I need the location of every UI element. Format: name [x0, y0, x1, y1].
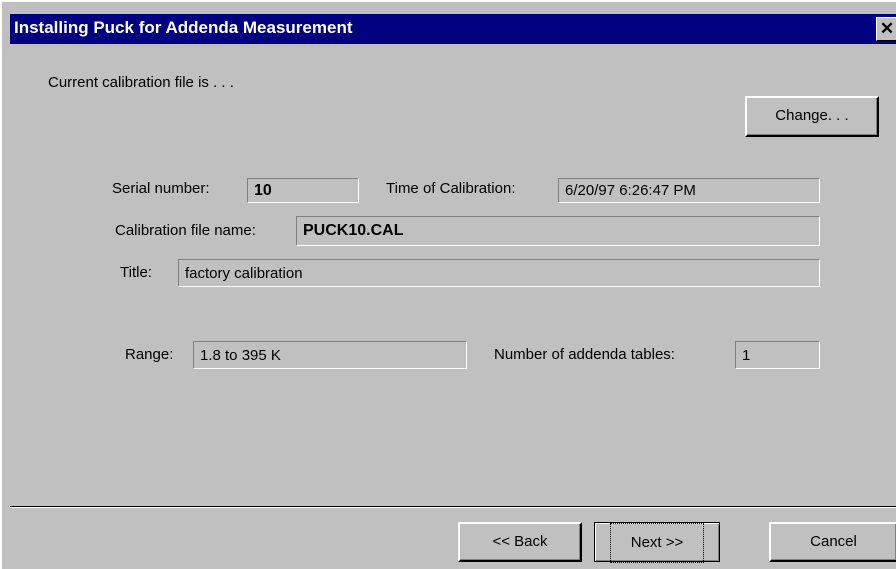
serial-number-label: Serial number: — [112, 180, 210, 197]
cancel-button[interactable]: Cancel — [769, 522, 896, 562]
range-label: Range: — [125, 346, 174, 363]
title-bar[interactable]: Installing Puck for Addenda Measurement … — [10, 14, 896, 44]
title-field: factory calibration — [178, 259, 820, 287]
next-button-label: Next >> — [609, 523, 705, 563]
dialog-window: Installing Puck for Addenda Measurement … — [0, 0, 896, 569]
change-button[interactable]: Change. . . — [745, 96, 879, 137]
time-of-calibration-label: Time of Calibration: — [386, 180, 516, 197]
close-icon[interactable]: ✕ — [876, 17, 896, 41]
next-button[interactable]: Next >> — [594, 522, 720, 563]
addenda-tables-field: 1 — [735, 341, 820, 369]
calibration-file-name-field: PUCK10.CAL — [296, 216, 820, 246]
back-button[interactable]: << Back — [458, 522, 582, 562]
calibration-file-name-label: Calibration file name: — [115, 222, 256, 239]
addenda-tables-label: Number of addenda tables: — [494, 346, 675, 363]
title-label: Title: — [120, 264, 152, 281]
footer-separator-highlight — [10, 507, 896, 508]
time-of-calibration-field: 6/20/97 6:26:47 PM — [558, 178, 820, 203]
serial-number-field: 10 — [247, 178, 359, 203]
range-field: 1.8 to 395 K — [193, 341, 467, 369]
current-file-label: Current calibration file is . . . — [48, 74, 234, 91]
window-title: Installing Puck for Addenda Measurement — [14, 18, 353, 37]
